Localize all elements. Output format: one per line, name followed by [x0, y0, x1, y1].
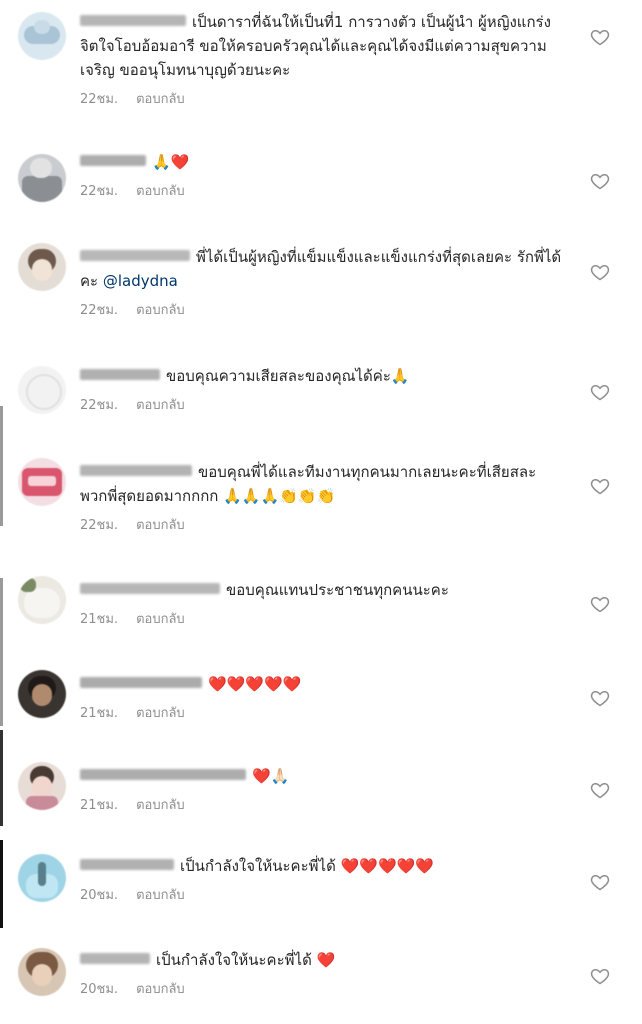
reply-button[interactable]: ตอบกลับ — [136, 180, 185, 204]
like-heart-icon[interactable] — [590, 780, 610, 800]
avatar[interactable] — [18, 670, 66, 718]
avatar[interactable] — [18, 854, 66, 902]
comment-meta: 22ชม. ตอบกลับ — [80, 88, 565, 112]
avatar[interactable] — [18, 154, 66, 202]
username-blurred[interactable] — [80, 953, 150, 964]
comment-body: 🙏❤️ 22ชม. ตอบกลับ — [80, 150, 565, 204]
comment-time: 20ชม. — [80, 888, 119, 903]
username-blurred[interactable] — [80, 465, 192, 476]
like-heart-icon[interactable] — [590, 27, 610, 47]
reply-button[interactable]: ตอบกลับ — [136, 514, 185, 538]
comment-meta: 22ชม. ตอบกลับ — [80, 299, 565, 323]
avatar[interactable] — [18, 12, 66, 60]
like-heart-icon[interactable] — [590, 688, 610, 708]
comment-time: 22ชม. — [80, 398, 119, 413]
edge-mark — [0, 730, 3, 826]
comment-body: ขอบคุณพี่ได้และทีมงานทุกคนมากเลยนะคะที่เ… — [80, 460, 565, 538]
avatar[interactable] — [18, 243, 66, 291]
comment-body: เป็นกำลังใจให้นะคะพี่ได้ ❤️❤️❤️❤️❤️ 20ชม… — [80, 854, 565, 908]
avatar[interactable] — [18, 948, 66, 996]
comment-body: ❤️🙏🏻 21ชม. ตอบกลับ — [80, 764, 565, 818]
like-heart-icon[interactable] — [590, 966, 610, 986]
comment-meta: 21ชม. ตอบกลับ — [80, 702, 565, 726]
avatar[interactable] — [18, 458, 66, 506]
comment-body: ❤️❤️❤️❤️❤️ 21ชม. ตอบกลับ — [80, 672, 565, 726]
username-blurred[interactable] — [80, 859, 174, 870]
like-heart-icon[interactable] — [590, 872, 610, 892]
comment-meta: 21ชม. ตอบกลับ — [80, 794, 565, 818]
reply-button[interactable]: ตอบกลับ — [136, 608, 185, 632]
comment-meta: 21ชม. ตอบกลับ — [80, 608, 565, 632]
comment-text: 🙏❤️ — [152, 153, 190, 171]
like-heart-icon[interactable] — [590, 171, 610, 191]
comment-meta: 20ชม. ตอบกลับ — [80, 884, 565, 908]
comment-body: ขอบคุณแทนประชาชนทุกคนนะคะ 21ชม. ตอบกลับ — [80, 578, 565, 632]
comment-text: เป็นกำลังใจให้นะคะพี่ได้ ❤️ — [156, 951, 336, 969]
reply-button[interactable]: ตอบกลับ — [136, 794, 185, 818]
mention-link[interactable]: @ladydna — [103, 272, 178, 290]
username-blurred[interactable] — [80, 155, 146, 166]
comment-time: 20ชม. — [80, 982, 119, 997]
comment-time: 21ชม. — [80, 706, 119, 721]
username-blurred[interactable] — [80, 769, 246, 780]
reply-button[interactable]: ตอบกลับ — [136, 884, 185, 908]
edge-mark — [0, 578, 3, 726]
comment-time: 22ชม. — [80, 303, 119, 318]
comment-body: เป็นกำลังใจให้นะคะพี่ได้ ❤️ 20ชม. ตอบกลับ — [80, 948, 565, 1002]
comment-text: ขอบคุณความเสียสละของคุณได้ค่ะ🙏 — [166, 367, 410, 385]
comment-time: 22ชม. — [80, 518, 119, 533]
comment-time: 21ชม. — [80, 612, 119, 627]
comment-body: พี่ได้เป็นผู้หญิงที่แข็มแข็งและแข็งแกร่ง… — [80, 245, 565, 323]
reply-button[interactable]: ตอบกลับ — [136, 702, 185, 726]
like-heart-icon[interactable] — [590, 262, 610, 282]
comment-meta: 22ชม. ตอบกลับ — [80, 394, 565, 418]
comment-text: ❤️🙏🏻 — [252, 767, 290, 785]
like-heart-icon[interactable] — [590, 382, 610, 402]
username-blurred[interactable] — [80, 250, 190, 261]
comment-meta: 20ชม. ตอบกลับ — [80, 978, 565, 1002]
edge-mark — [0, 840, 3, 928]
comment-time: 21ชม. — [80, 798, 119, 813]
avatar[interactable] — [18, 762, 66, 810]
comment-meta: 22ชม. ตอบกลับ — [80, 180, 565, 204]
comment-time: 22ชม. — [80, 184, 119, 199]
like-heart-icon[interactable] — [590, 476, 610, 496]
username-blurred[interactable] — [80, 583, 220, 594]
reply-button[interactable]: ตอบกลับ — [136, 394, 185, 418]
comment-time: 22ชม. — [80, 92, 119, 107]
avatar[interactable] — [18, 366, 66, 414]
reply-button[interactable]: ตอบกลับ — [136, 978, 185, 1002]
username-blurred[interactable] — [80, 369, 160, 380]
comment-meta: 22ชม. ตอบกลับ — [80, 514, 565, 538]
comment-text: ❤️❤️❤️❤️❤️ — [208, 675, 302, 693]
avatar[interactable] — [18, 576, 66, 624]
comment-body: เป็นดาราที่ฉันให้เป็นที่1 การวางตัว เป็น… — [80, 10, 565, 112]
username-blurred[interactable] — [80, 677, 202, 688]
reply-button[interactable]: ตอบกลับ — [136, 299, 185, 323]
username-blurred[interactable] — [80, 15, 186, 26]
comment-text: เป็นกำลังใจให้นะคะพี่ได้ ❤️❤️❤️❤️❤️ — [180, 857, 434, 875]
comment-text: ขอบคุณแทนประชาชนทุกคนนะคะ — [226, 581, 449, 599]
comment-body: ขอบคุณความเสียสละของคุณได้ค่ะ🙏 22ชม. ตอบก… — [80, 364, 565, 418]
edge-mark — [0, 406, 3, 526]
reply-button[interactable]: ตอบกลับ — [136, 88, 185, 112]
like-heart-icon[interactable] — [590, 594, 610, 614]
